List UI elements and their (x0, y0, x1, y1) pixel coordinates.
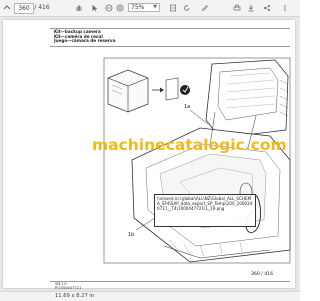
page-total-label: / 416 (34, 4, 50, 11)
download-icon[interactable] (246, 2, 256, 13)
zoom-value: 75% (131, 4, 145, 11)
camera-kit-illustration: 1a 1b (103, 57, 291, 264)
share-icon[interactable] (262, 2, 272, 13)
zoom-in-icon[interactable] (115, 2, 125, 13)
machine-cab (205, 59, 289, 139)
heading-rule (50, 46, 290, 47)
document-code: SM-1O P/1000447721 (55, 282, 81, 290)
callout-label-1a: 1a (184, 104, 190, 110)
footer-rule (50, 281, 290, 282)
doc-code-line-2: P/1000447721 (55, 286, 82, 290)
zoom-out-icon[interactable] (104, 2, 114, 13)
manual-book-icon (165, 77, 190, 101)
arrow-icon (152, 87, 164, 93)
image-path-box: \\vmsed.ncl.global\ALL\NZ\Global_ALL_SCH… (154, 194, 256, 227)
page-up-icon[interactable] (2, 2, 12, 13)
page-number-footer: 360 / 416 (251, 272, 274, 277)
heading-es: Juego—cámara de reserva (54, 38, 116, 44)
callout-label-1b: 1b (128, 232, 134, 238)
page-size-label: 11.69 x 8.27 in (55, 293, 95, 299)
page-number-input[interactable]: 360 (14, 3, 34, 14)
more-options-icon[interactable] (280, 2, 290, 13)
chevron-down-icon: ▼ (153, 4, 157, 10)
hand-tool-icon[interactable] (74, 2, 84, 13)
rotate-icon[interactable] (182, 2, 192, 13)
print-icon[interactable] (232, 2, 242, 13)
watermark-text: machinecatalogic.com (92, 136, 287, 154)
kit-box-icon (107, 69, 149, 113)
fit-width-icon[interactable] (168, 2, 178, 13)
select-tool-icon[interactable] (90, 2, 100, 13)
machine-body (131, 111, 291, 263)
page-heading: Kit—backup camera Kit—caméra de recul Ju… (54, 29, 116, 44)
pdf-toolbar: 360 / 416 75% ▼ (0, 0, 300, 17)
annotate-icon[interactable] (200, 2, 210, 13)
zoom-level-select[interactable]: 75% ▼ (128, 3, 160, 12)
